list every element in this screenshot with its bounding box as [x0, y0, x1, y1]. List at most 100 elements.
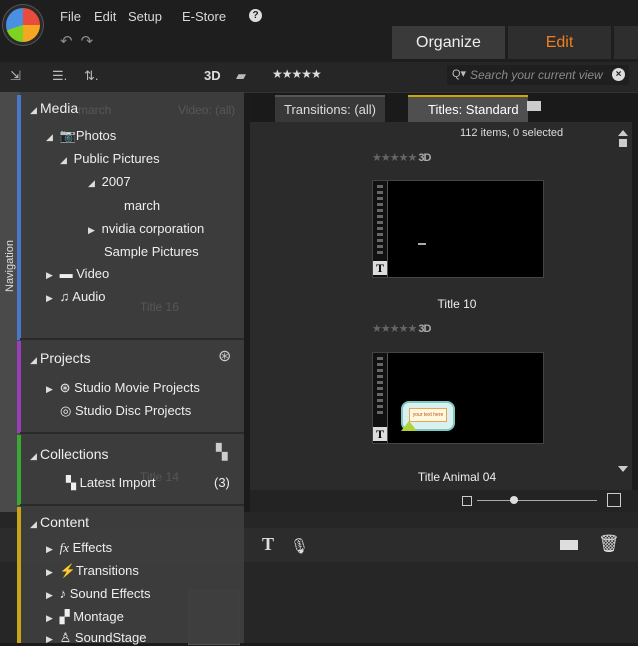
item-title: Title 10: [437, 297, 477, 311]
media-section-header[interactable]: ◢ Media: [30, 100, 78, 116]
film-reel-icon: ⊛: [59, 380, 71, 395]
item-label: 2007: [101, 174, 131, 189]
tab-transitions[interactable]: Transitions: (all): [275, 95, 385, 123]
tree-item-video[interactable]: ▶ ▬ Video: [46, 266, 109, 281]
title-type-icon: T: [373, 427, 387, 441]
item-label: Transitions: [75, 563, 139, 578]
tree-item-photos[interactable]: ◢ 📷Photos: [46, 128, 116, 144]
item-label: Sound Effects: [69, 586, 151, 601]
3d-view-toggle[interactable]: 3D: [204, 68, 221, 83]
menu-file[interactable]: File: [60, 9, 81, 24]
note-icon: ♪: [59, 586, 67, 601]
tab-titles-label: Titles: Standard: [428, 102, 519, 117]
montage-icon: ▞: [59, 609, 70, 624]
section-divider: [20, 504, 244, 506]
sort-icon[interactable]: ⇅.: [84, 68, 99, 84]
title-type-icon: T: [373, 261, 387, 275]
item-label: Latest Import: [79, 475, 156, 490]
preview-text-mark: [418, 243, 426, 245]
view-list-icon[interactable]: ☰.: [52, 68, 67, 84]
zoom-small-icon[interactable]: [462, 496, 472, 506]
help-icon[interactable]: ?: [249, 9, 262, 22]
item-label: Public Pictures: [73, 151, 160, 166]
zoom-slider[interactable]: [477, 500, 597, 501]
title-tool-icon[interactable]: T: [262, 534, 274, 555]
tree-item-nvidia[interactable]: ▶ nvidia corporation: [88, 221, 204, 236]
collections-color-bar: [17, 435, 21, 505]
tree-item-latest-import[interactable]: ▚ Latest Import: [66, 475, 156, 491]
item-count: 112 items, 0 selected: [460, 127, 564, 139]
tree-item-soundstage[interactable]: ▶ ♙ SoundStage: [46, 630, 146, 646]
add-project-icon[interactable]: ⊛: [218, 346, 231, 366]
tree-item-sound-effects[interactable]: ▶ ♪ Sound Effects: [46, 586, 150, 601]
tree-item-effects[interactable]: ▶ fx Effects: [46, 540, 112, 556]
ghost-text: Title 16: [140, 300, 179, 314]
latest-import-count: (3): [214, 475, 230, 490]
title-thumbnail[interactable]: T: [372, 180, 544, 278]
trash-icon[interactable]: 🗑: [598, 534, 620, 554]
menu-setup[interactable]: Setup: [128, 9, 162, 24]
section-divider: [20, 338, 244, 340]
tree-item-movie-projects[interactable]: ▶ ⊛ Studio Movie Projects: [46, 380, 200, 396]
import-icon[interactable]: ⇲: [10, 68, 21, 84]
vertical-scrollbar[interactable]: [618, 126, 628, 476]
more-mode-button[interactable]: [614, 26, 638, 59]
menu-edit[interactable]: Edit: [94, 9, 116, 24]
ghost-text: march: [78, 103, 112, 117]
tree-item-sample-pictures[interactable]: Sample Pictures: [104, 244, 199, 259]
tree-item-march[interactable]: march: [124, 198, 160, 213]
tree-item-audio[interactable]: ▶ ♫ Audio: [46, 289, 106, 304]
clip-tool-icon[interactable]: [560, 540, 578, 550]
tab-titles[interactable]: Titles: Standard ×: [408, 95, 528, 143]
navigator-panel: [20, 92, 244, 643]
content-section-header[interactable]: ◢ Content: [30, 514, 89, 530]
media-icon[interactable]: ▰: [236, 68, 246, 84]
lightning-icon: ⚡: [59, 563, 76, 578]
search-placeholder: Search your current view: [470, 68, 603, 82]
add-tab-icon[interactable]: [527, 97, 547, 117]
item-label: Photos: [75, 128, 117, 143]
content-title: Content: [40, 514, 90, 530]
search-icon[interactable]: Q▾: [452, 67, 466, 80]
tree-item-montage[interactable]: ▶ ▞ Montage: [46, 609, 124, 625]
projects-color-bar: [17, 341, 21, 433]
add-collection-icon[interactable]: ▚: [216, 443, 228, 461]
media-title: Media: [40, 100, 79, 116]
title-thumbnail[interactable]: T your text here: [372, 352, 544, 444]
tree-item-transitions[interactable]: ▶ ⚡Transitions: [46, 563, 139, 579]
item-label: Montage: [73, 609, 124, 624]
item-label: Video: [76, 266, 110, 281]
zoom-bar: [250, 490, 638, 512]
item-label: Studio Movie Projects: [74, 380, 200, 395]
tree-item-2007[interactable]: ◢ 2007: [88, 174, 131, 189]
zoom-slider-thumb[interactable]: [510, 496, 518, 504]
item-label: Effects: [72, 540, 113, 555]
rating-filter[interactable]: ★★★★★: [272, 67, 322, 81]
fx-icon: fx: [59, 540, 70, 555]
item-label: nvidia corporation: [101, 221, 205, 236]
undo-redo-icons[interactable]: ↶↷: [60, 32, 101, 50]
content-color-bar: [17, 507, 21, 643]
item-rating[interactable]: ★★★★★ 3D: [372, 151, 431, 164]
preview-label: your text here: [409, 408, 447, 422]
item-title: Title Animal 04: [417, 470, 497, 484]
preview-leaf: [401, 421, 417, 431]
app-logo: [6, 8, 40, 42]
item-label: Studio Disc Projects: [74, 403, 192, 418]
edit-button[interactable]: Edit: [508, 26, 611, 59]
ghost-text: Video: (all): [178, 103, 236, 117]
tree-item-public-pictures[interactable]: ◢ Public Pictures: [60, 151, 160, 166]
camera-icon: 📷: [59, 128, 76, 143]
clear-search-icon[interactable]: ×: [612, 68, 625, 81]
tree-item-disc-projects[interactable]: ◎ Studio Disc Projects: [60, 403, 191, 419]
microphone-icon[interactable]: 🎙: [290, 537, 309, 555]
media-color-bar: [17, 95, 21, 340]
projects-section-header[interactable]: ◢ Projects: [30, 350, 91, 366]
item-rating[interactable]: ★★★★★ 3D: [372, 322, 431, 335]
organize-button[interactable]: Organize: [392, 26, 505, 59]
collections-section-header[interactable]: ◢ Collections: [30, 446, 108, 462]
zoom-large-icon[interactable]: [607, 493, 621, 507]
projects-title: Projects: [40, 350, 91, 366]
item-label: Audio: [72, 289, 106, 304]
menu-estore[interactable]: E-Store: [182, 9, 226, 24]
